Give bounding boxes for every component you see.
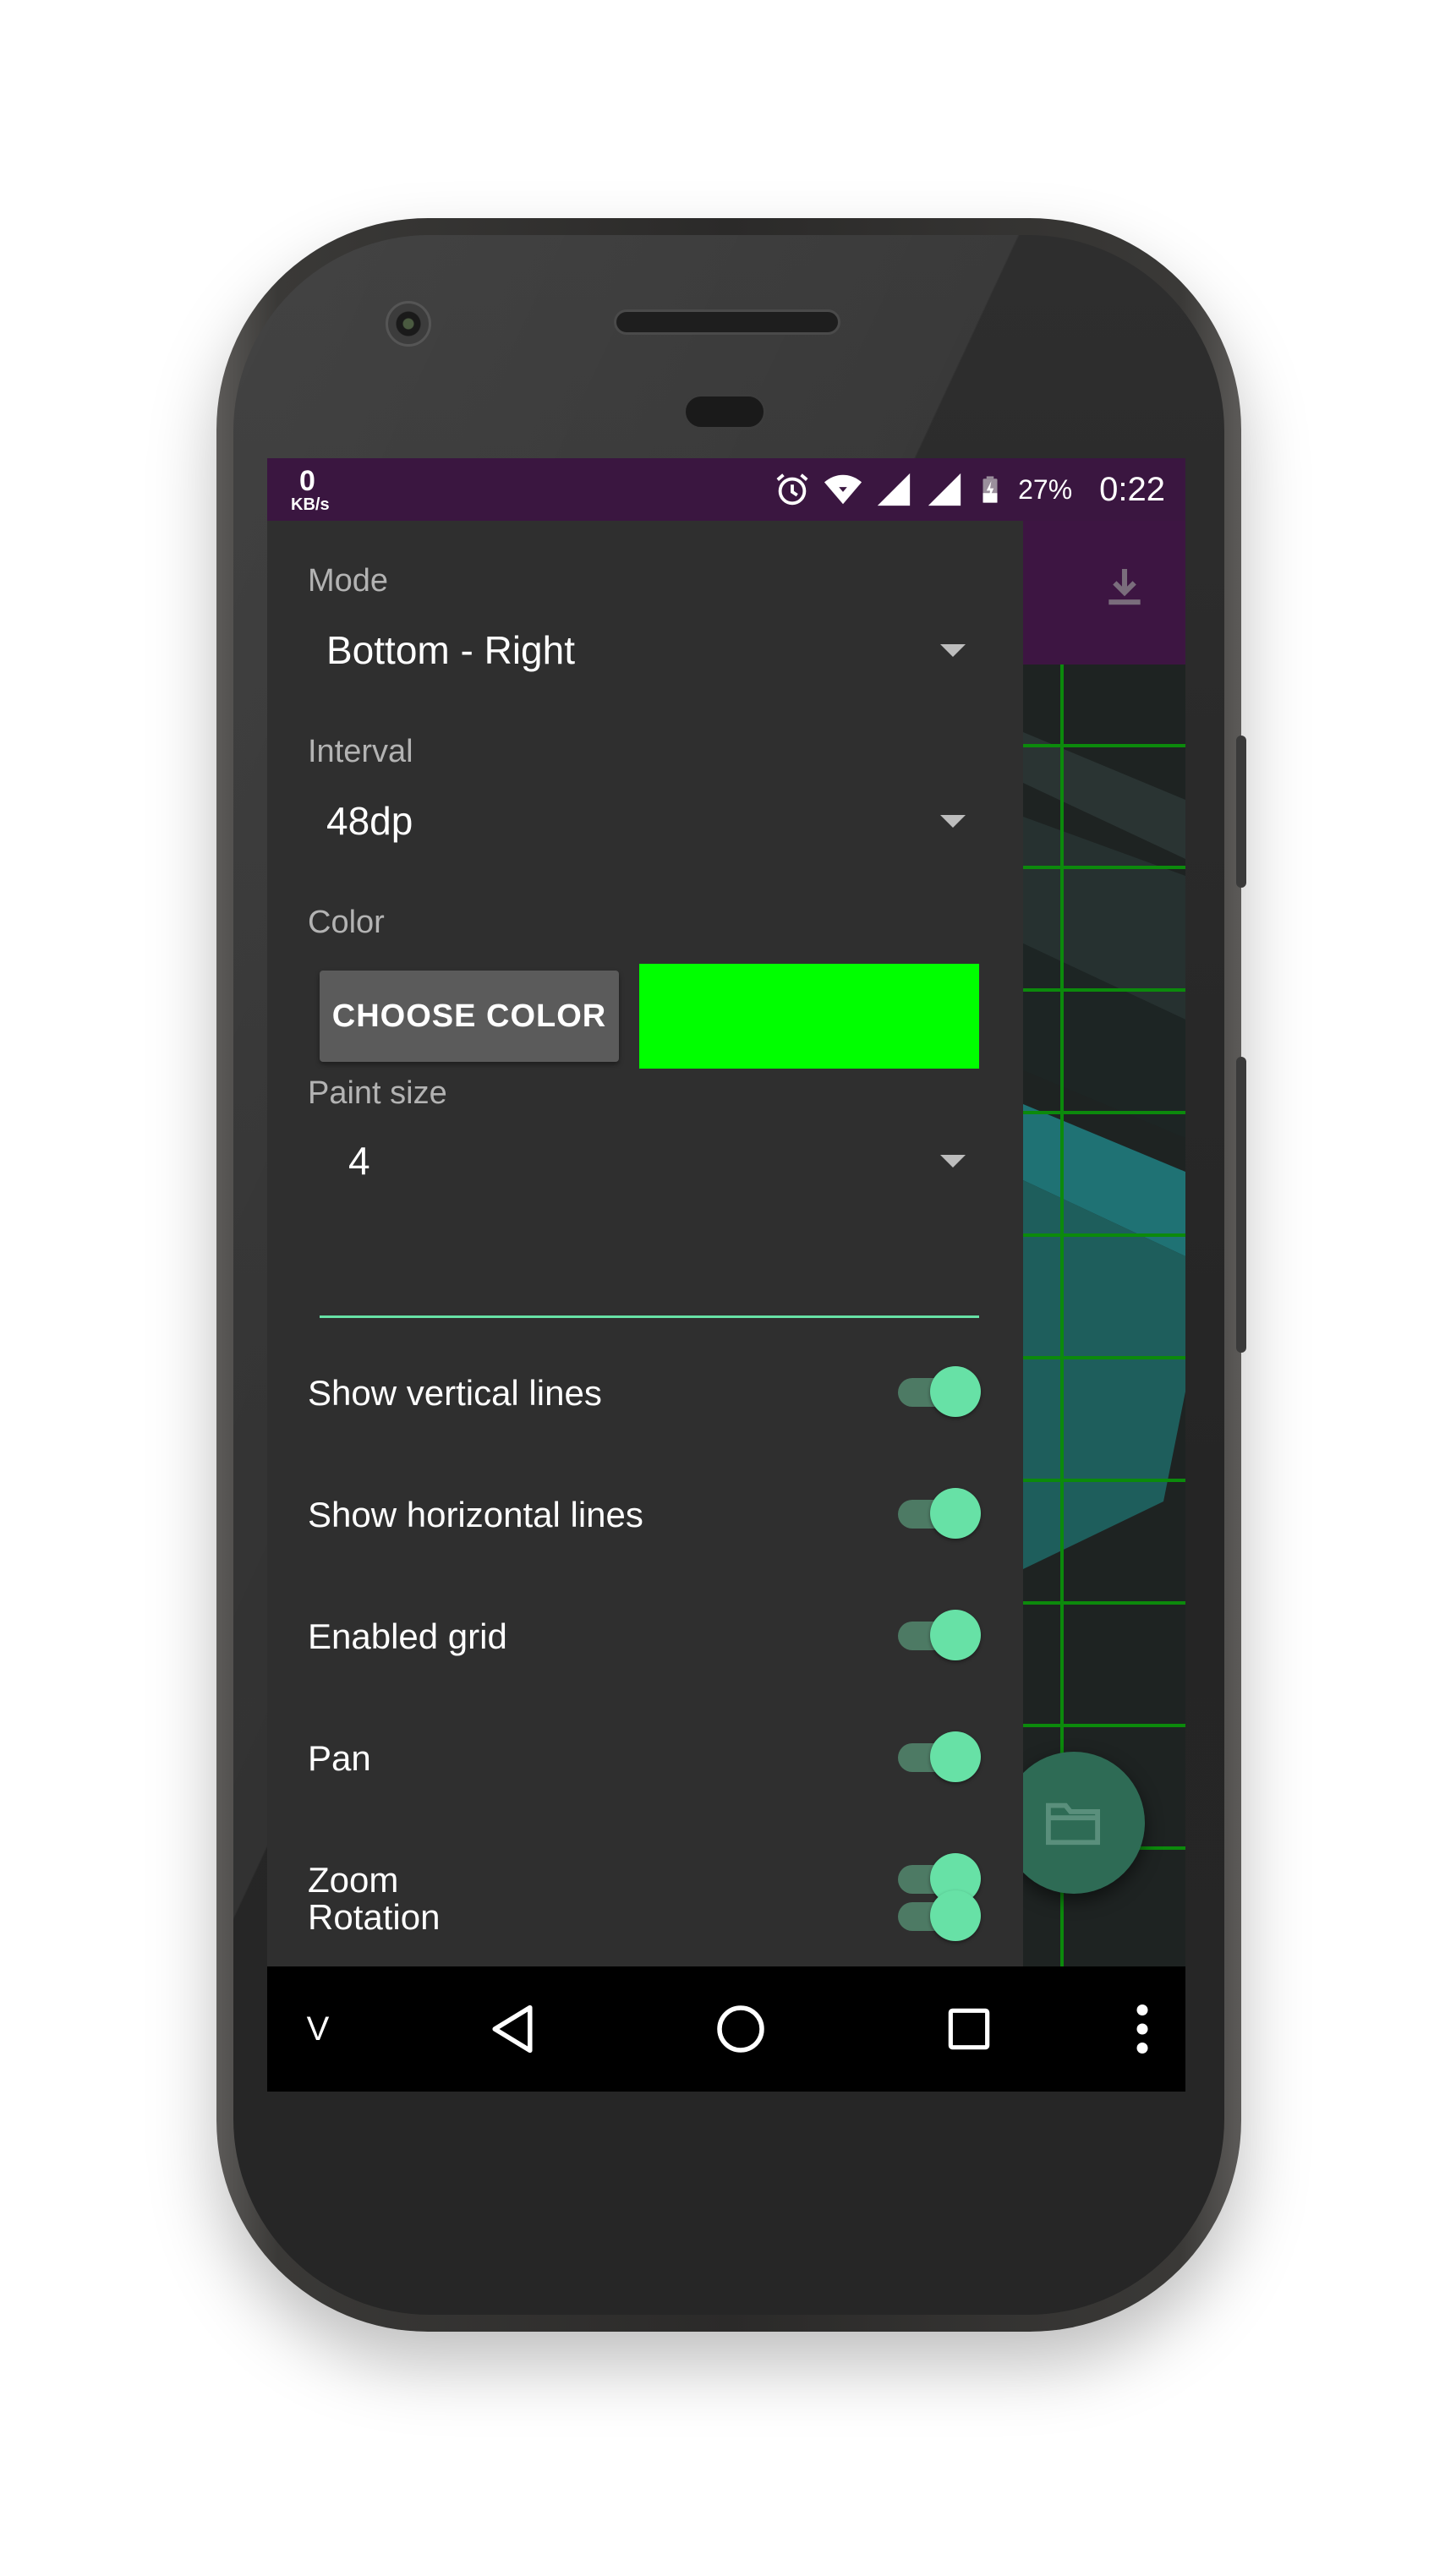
navigation-bar: V	[267, 1966, 1185, 2092]
wifi-icon	[824, 474, 862, 505]
enabled-grid-switch[interactable]	[893, 1608, 981, 1662]
paint-size-dropdown[interactable]: 4	[320, 1116, 979, 1200]
switch-row-vertical-lines[interactable]: Show vertical lines	[267, 1349, 1023, 1434]
earpiece-speaker	[614, 309, 840, 335]
switch-row-pan[interactable]: Pan	[267, 1715, 1023, 1799]
download-icon[interactable]	[1101, 563, 1148, 610]
net-speed-value: 0	[299, 465, 315, 497]
vertical-lines-switch[interactable]	[893, 1365, 981, 1419]
switch-row-rotation[interactable]: Rotation	[267, 1873, 1023, 1958]
rotation-switch[interactable]	[893, 1889, 981, 1943]
overflow-menu-button[interactable]	[1113, 1966, 1172, 2092]
switch-row-enabled-grid[interactable]: Enabled grid	[267, 1593, 1023, 1677]
overflow-menu-icon	[1136, 2004, 1148, 2054]
pan-switch[interactable]	[893, 1730, 981, 1784]
screen: 0 KB/s 27% 0:22 Mode Bottom - Right Inte…	[267, 458, 1185, 2092]
switch-label: Pan	[308, 1738, 371, 1778]
mode-dropdown[interactable]: Bottom - Right	[320, 605, 979, 690]
switch-label: Rotation	[308, 1897, 441, 1937]
folder-icon	[1046, 1802, 1100, 1846]
paint-size-label: Paint size	[308, 1075, 447, 1111]
open-folder-fab[interactable]	[1003, 1752, 1145, 1894]
back-icon	[492, 2004, 533, 2054]
proximity-sensor	[683, 394, 766, 429]
front-camera	[386, 301, 431, 347]
nav-v-label[interactable]: V	[293, 1966, 343, 2092]
volume-button	[1236, 736, 1246, 888]
back-button[interactable]	[462, 1966, 563, 2092]
battery-charging-icon	[983, 476, 998, 503]
interval-dropdown[interactable]: 48dp	[320, 776, 979, 861]
mode-label: Mode	[308, 563, 389, 599]
switch-label: Show horizontal lines	[308, 1495, 643, 1534]
net-speed-unit: KB/s	[291, 495, 330, 514]
choose-color-button[interactable]: CHOOSE COLOR	[320, 971, 619, 1062]
signal-icon	[928, 473, 961, 506]
recents-icon	[948, 2008, 990, 2050]
clock: 0:22	[1099, 470, 1165, 508]
interval-label: Interval	[308, 734, 413, 769]
dropdown-arrow-icon	[940, 1155, 966, 1168]
power-button	[1236, 1057, 1246, 1353]
switch-label: Enabled grid	[308, 1616, 507, 1656]
horizontal-lines-switch[interactable]	[893, 1486, 981, 1540]
paint-size-value: 4	[348, 1139, 370, 1183]
switch-label: Show vertical lines	[308, 1373, 602, 1413]
status-bar: 0 KB/s 27% 0:22	[267, 458, 1185, 521]
color-swatch[interactable]	[639, 964, 979, 1069]
settings-drawer: Mode Bottom - Right Interval 48dp Color …	[267, 521, 1023, 1966]
color-label: Color	[308, 905, 385, 940]
mode-value: Bottom - Right	[326, 628, 575, 672]
battery-percent: 27%	[1018, 473, 1073, 505]
recents-button[interactable]	[918, 1966, 1020, 2092]
dropdown-arrow-icon	[940, 815, 966, 828]
interval-value: 48dp	[326, 799, 413, 843]
status-icons: 27% 0:22	[773, 458, 1165, 521]
alarm-icon	[776, 473, 808, 506]
paint-size-underline	[320, 1315, 979, 1318]
dropdown-arrow-icon	[940, 644, 966, 657]
signal-icon	[877, 473, 911, 506]
home-icon	[717, 2005, 764, 2053]
switch-row-horizontal-lines[interactable]: Show horizontal lines	[267, 1471, 1023, 1556]
home-button[interactable]	[690, 1966, 791, 2092]
